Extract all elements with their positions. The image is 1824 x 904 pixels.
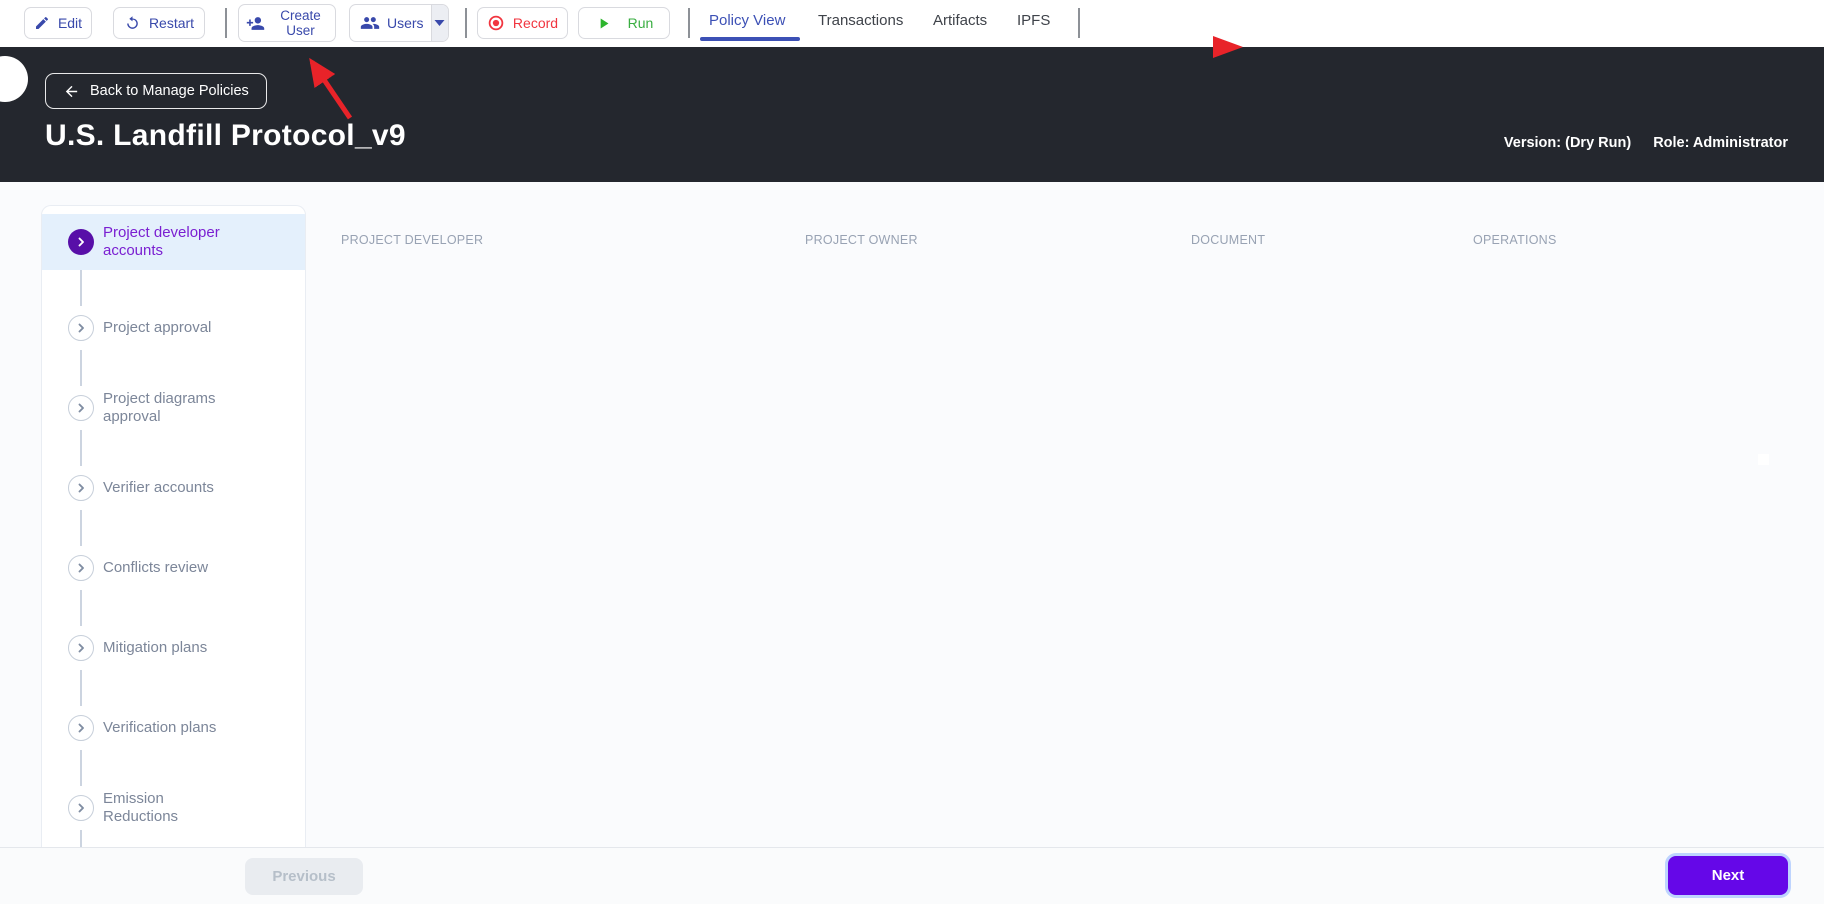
tab-ipfs[interactable]: IPFS (1017, 12, 1050, 29)
main-content: Project developer accounts Project appro… (0, 182, 1824, 847)
toolbar-divider (225, 8, 227, 38)
step-label: Conflicts review (103, 559, 209, 577)
users-dropdown-toggle[interactable] (430, 5, 448, 41)
step-connector (80, 270, 82, 306)
chevron-right-icon (68, 475, 94, 501)
back-to-manage-policies-button[interactable]: Back to Manage Policies (45, 73, 267, 109)
toolbar-divider (688, 8, 690, 38)
people-icon (360, 13, 380, 33)
scroll-artifact (1758, 454, 1769, 465)
step-connector (80, 430, 82, 466)
run-button[interactable]: Run (578, 7, 670, 39)
record-button-label: Record (512, 15, 559, 31)
step-label: Verifier accounts (103, 479, 214, 497)
sidebar-item-conflicts-review[interactable]: Conflicts review (42, 546, 305, 590)
play-icon (595, 15, 612, 32)
column-header-project-owner: PROJECT OWNER (805, 233, 918, 247)
chevron-right-icon (68, 795, 94, 821)
create-user-button[interactable]: Create User (238, 4, 336, 42)
step-connector (80, 590, 82, 626)
app-window: Edit Restart Create User Users Record Ru… (0, 0, 1824, 904)
tab-artifacts[interactable]: Artifacts (933, 12, 987, 29)
toolbar-divider (1078, 8, 1080, 38)
top-toolbar: Edit Restart Create User Users Record Ru… (0, 0, 1824, 47)
tab-transactions[interactable]: Transactions (818, 12, 903, 29)
step-connector (80, 750, 82, 786)
column-header-operations: OPERATIONS (1473, 233, 1557, 247)
chevron-right-icon (68, 635, 94, 661)
step-label: Mitigation plans (103, 639, 208, 657)
restart-button[interactable]: Restart (113, 7, 205, 39)
chevron-right-icon (68, 715, 94, 741)
policy-meta: Version: (Dry Run) Role: Administrator (1504, 135, 1788, 151)
step-label: Project diagrams approval (103, 390, 216, 425)
chevron-right-icon (68, 555, 94, 581)
users-button-label: Users (387, 15, 424, 31)
back-button-label: Back to Manage Policies (90, 83, 249, 99)
record-button[interactable]: Record (477, 7, 568, 39)
run-button-label: Run (627, 15, 654, 31)
edit-button[interactable]: Edit (24, 7, 92, 39)
step-connector (80, 510, 82, 546)
step-label: Emission Reductions (103, 790, 179, 825)
create-user-button-label: Create User (280, 7, 321, 38)
record-icon (487, 14, 505, 32)
sidebar-item-project-diagrams-approval[interactable]: Project diagrams approval (42, 386, 305, 430)
step-connector (80, 670, 82, 706)
restart-button-label: Restart (148, 15, 195, 31)
previous-button[interactable]: Previous (245, 858, 363, 895)
edit-button-label: Edit (57, 15, 83, 31)
active-tab-underline (700, 37, 800, 41)
sidebar-item-verification-plans[interactable]: Verification plans (42, 706, 305, 750)
step-connector (80, 830, 82, 847)
policy-step-nav: Project developer accounts Project appro… (41, 205, 306, 847)
column-header-document: DOCUMENT (1191, 233, 1266, 247)
person-add-icon (246, 14, 265, 33)
chevron-right-icon (68, 229, 94, 255)
arrow-left-icon (63, 83, 80, 100)
users-button[interactable]: Users (349, 4, 449, 42)
role-label: Role: Administrator (1653, 135, 1788, 151)
restart-icon (124, 15, 141, 32)
column-header-project-developer: PROJECT DEVELOPER (341, 233, 484, 247)
sidebar-item-project-approval[interactable]: Project approval (42, 306, 305, 350)
step-label: Verification plans (103, 719, 217, 737)
sidebar-item-emission-reductions[interactable]: Emission Reductions (42, 786, 305, 830)
sidebar-item-verifier-accounts[interactable]: Verifier accounts (42, 466, 305, 510)
sidebar-item-mitigation-plans[interactable]: Mitigation plans (42, 626, 305, 670)
pencil-icon (34, 15, 50, 31)
chevron-right-icon (68, 395, 94, 421)
version-label: Version: (Dry Run) (1503, 135, 1632, 151)
step-connector (80, 350, 82, 386)
bottom-navigation-bar: Previous Next (0, 847, 1824, 904)
step-label: Project developer accounts (103, 224, 220, 259)
sidebar-item-project-developer-accounts[interactable]: Project developer accounts (42, 214, 305, 270)
chevron-down-icon (434, 19, 445, 27)
toolbar-divider (465, 8, 467, 38)
policy-header: Back to Manage Policies U.S. Landfill Pr… (0, 47, 1824, 182)
chevron-right-icon (68, 315, 94, 341)
next-button[interactable]: Next (1668, 856, 1788, 895)
step-label: Project approval (103, 319, 212, 337)
tab-policy-view[interactable]: Policy View (709, 12, 785, 29)
page-title: U.S. Landfill Protocol_v9 (45, 119, 406, 152)
